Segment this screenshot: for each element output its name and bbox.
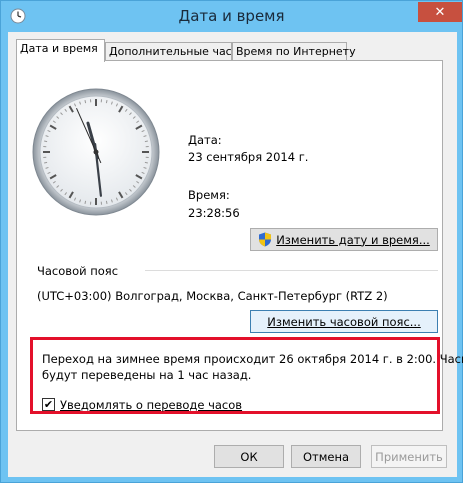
tab-label: Время по Интернету bbox=[236, 45, 356, 58]
apply-label: Применить bbox=[375, 449, 443, 464]
apply-button[interactable]: Применить bbox=[371, 445, 447, 468]
checkmark-icon: ✔ bbox=[43, 398, 54, 411]
change-datetime-button[interactable]: Изменить дату и время... bbox=[250, 228, 438, 251]
tab-date-time[interactable]: Дата и время bbox=[16, 39, 105, 62]
close-button[interactable]: ✕ bbox=[418, 2, 462, 22]
analog-clock bbox=[32, 88, 160, 216]
clock-minute-tick bbox=[44, 161, 48, 164]
date-value: 23 сентября 2014 г. bbox=[188, 150, 309, 164]
change-timezone-label: Изменить часовой пояс... bbox=[267, 314, 421, 329]
notify-dst-checkbox[interactable]: ✔ bbox=[42, 398, 55, 411]
change-datetime-label: Изменить дату и время... bbox=[276, 232, 430, 247]
date-time-window: Дата и время ✕ Дата и время Дополнительн… bbox=[0, 0, 463, 483]
uac-shield-icon bbox=[259, 232, 272, 247]
clock-minute-tick bbox=[44, 140, 48, 143]
window-title: Дата и время bbox=[178, 7, 285, 25]
time-value: 23:28:56 bbox=[188, 206, 240, 220]
title-bar[interactable]: Дата и время ✕ bbox=[1, 1, 462, 32]
clock-minute-tick bbox=[84, 100, 87, 104]
timezone-value: (UTC+03:00) Волгоград, Москва, Санкт-Пет… bbox=[37, 289, 388, 303]
cancel-button[interactable]: Отмена bbox=[291, 445, 361, 468]
clock-minute-tick bbox=[144, 140, 148, 143]
clock-minute-tick bbox=[144, 161, 148, 164]
change-timezone-button[interactable]: Изменить часовой пояс... bbox=[250, 310, 438, 333]
dst-notice-line1: Переход на зимнее время происходит 26 ок… bbox=[42, 352, 463, 366]
timezone-group-divider bbox=[145, 270, 438, 271]
ok-button[interactable]: ОК bbox=[214, 445, 284, 468]
tab-internet-time[interactable]: Время по Интернету bbox=[232, 42, 356, 60]
clock-minute-tick bbox=[105, 200, 108, 204]
tab-additional-clocks[interactable]: Дополнительные часы bbox=[105, 42, 240, 60]
tab-panel-date-time: Дата: 23 сентября 2014 г. Время: 23:28:5… bbox=[16, 60, 463, 431]
clock-minute-tick bbox=[105, 100, 108, 104]
ok-label: ОК bbox=[240, 449, 258, 464]
timezone-group-label: Часовой пояс bbox=[37, 264, 119, 278]
dialog-client-area: Дата и время Дополнительные часы Время п… bbox=[8, 32, 463, 477]
close-icon: ✕ bbox=[434, 4, 446, 20]
cancel-label: Отмена bbox=[302, 449, 350, 464]
clock-minute-tick bbox=[84, 200, 87, 204]
notify-dst-label[interactable]: Уведомлять о переводе часов bbox=[60, 398, 242, 412]
dst-notice-line2: будут переведены на 1 час назад. bbox=[42, 368, 252, 382]
tab-label: Дата и время bbox=[20, 42, 98, 55]
date-label: Дата: bbox=[188, 133, 222, 147]
tab-label: Дополнительные часы bbox=[109, 45, 241, 58]
time-label: Время: bbox=[188, 188, 230, 202]
